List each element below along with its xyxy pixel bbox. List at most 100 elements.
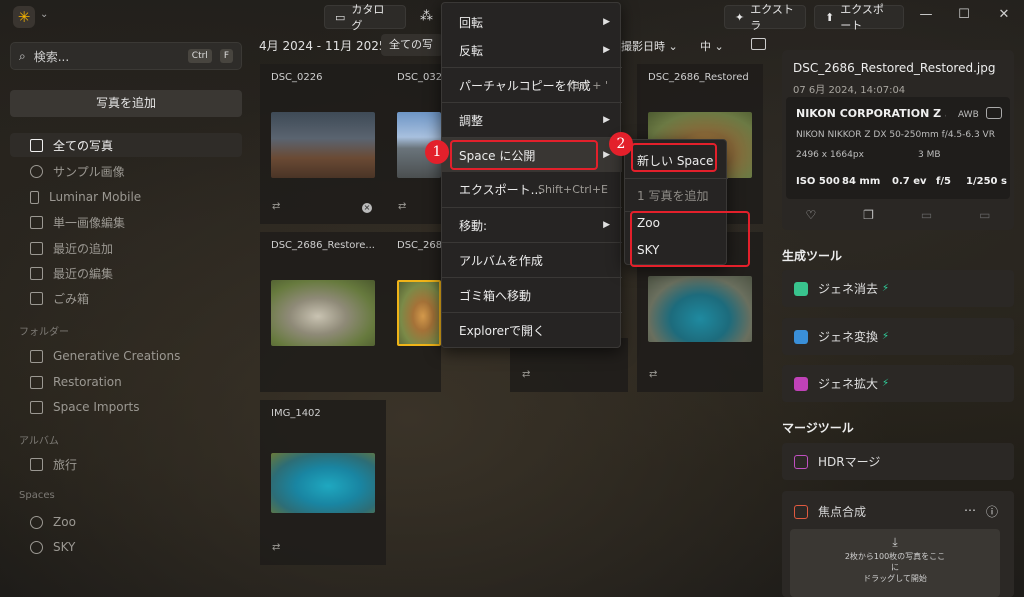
reject-icon[interactable]: × bbox=[362, 203, 372, 213]
sparkle-icon: ⚡ bbox=[882, 283, 890, 294]
heart-icon[interactable]: ♡ bbox=[805, 208, 816, 222]
sidebar-item-recent-edited[interactable]: 最近の編集 bbox=[10, 261, 242, 285]
layers-icon[interactable]: ▭ bbox=[979, 208, 990, 222]
menu-item-open-in-explorer[interactable]: Explorerで開く bbox=[442, 313, 622, 347]
sidebar-item-space-imports[interactable]: Space Imports bbox=[10, 395, 242, 419]
maximize-button[interactable]: ☐ bbox=[954, 7, 974, 22]
submenu-arrow-icon: ▶ bbox=[603, 150, 610, 160]
info-icon[interactable]: ⓘ bbox=[986, 503, 998, 520]
sidebar-item-album-travel[interactable]: 旅行 bbox=[10, 452, 242, 476]
submenu-arrow-icon: ▶ bbox=[603, 220, 610, 230]
sidebar-item-recent-added[interactable]: 最近の追加 bbox=[10, 236, 242, 260]
photo-thumbnail[interactable] bbox=[271, 453, 375, 513]
sidebar-item-all-photos[interactable]: 全ての写真 bbox=[10, 133, 242, 157]
step-1-badge: 1 bbox=[425, 140, 449, 164]
copy-icon[interactable]: ❐ bbox=[863, 208, 874, 222]
folder-icon: ▭ bbox=[335, 10, 346, 24]
photo-thumbnail[interactable] bbox=[648, 276, 752, 342]
sidebar-item-restoration[interactable]: Restoration bbox=[10, 370, 242, 394]
photo-tile[interactable]: DSC_2686 bbox=[386, 232, 448, 392]
sidebar-item-generative-creations[interactable]: Generative Creations bbox=[10, 344, 242, 368]
highlight-new-space bbox=[631, 143, 717, 172]
menu-separator bbox=[625, 178, 728, 179]
shortcut-ctrl: Ctrl bbox=[187, 49, 212, 63]
aperture-value: f/5 bbox=[936, 176, 951, 187]
exif-box: NIKON CORPORATION Z 5 AWB NIKON NIKKOR Z… bbox=[786, 97, 1010, 199]
globe-icon bbox=[30, 515, 43, 529]
gen-expand-button[interactable]: ジェネ拡大 ⚡ bbox=[782, 365, 1014, 402]
menu-item-move[interactable]: 移動: ▶ bbox=[442, 208, 622, 242]
date-range: 4月 2024 - 11月 2025 bbox=[259, 39, 387, 53]
photo-tile[interactable]: DSC_0226 ⇄ × bbox=[260, 64, 386, 224]
panel-toggle-icon[interactable] bbox=[751, 38, 766, 50]
sort-dropdown[interactable]: 撮影日時 ⌄ bbox=[621, 38, 678, 54]
more-icon[interactable]: ⋯ bbox=[964, 503, 976, 517]
export-button[interactable]: ⬆ エクスポート bbox=[814, 3, 904, 32]
exposure-value: 0.7 ev bbox=[892, 176, 927, 187]
folders-heading: フォルダー bbox=[19, 327, 69, 338]
folder-icon bbox=[30, 375, 43, 389]
adjustments-icon: ⇄ bbox=[272, 201, 281, 212]
sidebar-item-luminar-mobile[interactable]: Luminar Mobile bbox=[10, 185, 242, 209]
sidebar-item-sample-images[interactable]: サンプル画像 bbox=[10, 159, 242, 183]
globe-icon bbox=[30, 540, 43, 554]
eraser-icon bbox=[794, 281, 808, 296]
search-input[interactable]: ⌕ 検索... Ctrl F bbox=[10, 42, 242, 70]
folder-icon bbox=[30, 400, 43, 414]
focus-stacking-header[interactable]: 焦点合成 bbox=[794, 503, 866, 520]
drop-zone[interactable]: ⤓ 2枚から100枚の写真をここ に ドラッグして開始 bbox=[790, 529, 1000, 597]
focal-length: 84 mm bbox=[842, 176, 881, 187]
menu-item-export[interactable]: エクスポート... Shift+Ctrl+E bbox=[442, 172, 622, 206]
hdr-merge-button[interactable]: HDRマージ bbox=[782, 443, 1014, 480]
generative-tools-heading: 生成ツール bbox=[782, 249, 843, 263]
expand-icon bbox=[794, 376, 808, 391]
luminar-logo-icon[interactable]: ✳ bbox=[13, 6, 35, 28]
close-button[interactable]: ✕ bbox=[994, 7, 1014, 22]
add-photos-button[interactable]: 写真を追加 bbox=[10, 90, 242, 117]
photo-tile[interactable]: DSC_2686_Restore... bbox=[260, 232, 386, 392]
catalog-button[interactable]: ▭ カタログ bbox=[324, 3, 406, 32]
edit-wand-icon[interactable]: ⁂ bbox=[420, 9, 433, 24]
card-actions: ♡ ❐ ▭ ▭ bbox=[782, 208, 1014, 222]
file-info-card: DSC_2686_Restored_Restored.jpg 07 6月 202… bbox=[782, 50, 1014, 230]
folder-icon bbox=[30, 349, 43, 363]
spaces-heading: Spaces bbox=[19, 490, 55, 501]
submenu-arrow-icon: ▶ bbox=[603, 45, 610, 55]
stack-icon[interactable]: ▭ bbox=[921, 208, 932, 222]
photo-thumbnail-selected[interactable] bbox=[397, 280, 441, 346]
sidebar-item-space-zoo[interactable]: Zoo bbox=[10, 510, 242, 534]
menu-item-create-album[interactable]: アルバムを作成 bbox=[442, 243, 622, 277]
chevron-down-icon[interactable]: ⌄ bbox=[40, 9, 48, 20]
graduation-cap-icon bbox=[30, 164, 43, 178]
sidebar-item-space-sky[interactable]: SKY bbox=[10, 535, 242, 559]
photo-tile[interactable]: IMG_1402 ⇄ bbox=[260, 400, 386, 565]
step-2-badge: 2 bbox=[609, 132, 633, 156]
gen-swap-button[interactable]: ジェネ変換 ⚡ bbox=[782, 318, 1014, 355]
camera-maker: NIKON CORPORATION Z 5 bbox=[796, 107, 946, 120]
size-dropdown[interactable]: 中 ⌄ bbox=[700, 38, 724, 54]
sidebar-item-trash[interactable]: ごみ箱 bbox=[10, 286, 242, 310]
shutter-speed: 1/250 s bbox=[966, 176, 1007, 187]
menu-item-move-to-trash[interactable]: ゴミ箱へ移動 bbox=[442, 278, 622, 312]
menu-item-virtual-copy[interactable]: パーチャルコピーを作成 Ctrl + ' bbox=[442, 68, 622, 102]
menu-item-flip[interactable]: 反転 ▶ bbox=[442, 33, 622, 67]
photos-icon bbox=[30, 138, 43, 152]
extras-button[interactable]: ✦ エクストラ bbox=[724, 3, 806, 32]
minimize-button[interactable]: — bbox=[916, 7, 936, 22]
photo-thumbnail[interactable] bbox=[271, 112, 375, 178]
focus-icon bbox=[794, 504, 808, 519]
filter-dropdown[interactable]: 全ての写真 bbox=[381, 34, 443, 56]
recent-added-icon bbox=[30, 241, 43, 255]
adjustments-icon: ⇄ bbox=[649, 369, 658, 380]
menu-item-adjust[interactable]: 調整 ▶ bbox=[442, 103, 622, 137]
phone-icon bbox=[30, 190, 39, 204]
sparkle-icon: ⚡ bbox=[882, 378, 890, 389]
sidebar-item-single-edit[interactable]: 単一画像編集 bbox=[10, 210, 242, 234]
albums-heading: アルバム bbox=[19, 436, 59, 447]
gen-erase-button[interactable]: ジェネ消去 ⚡ bbox=[782, 270, 1014, 307]
download-icon: ⤓ bbox=[892, 535, 898, 549]
photo-thumbnail[interactable] bbox=[271, 280, 375, 346]
adjustments-icon: ⇄ bbox=[522, 369, 531, 380]
image-dimensions: 2496 x 1664px bbox=[796, 150, 864, 160]
sparkle-icon: ⚡ bbox=[882, 331, 890, 342]
